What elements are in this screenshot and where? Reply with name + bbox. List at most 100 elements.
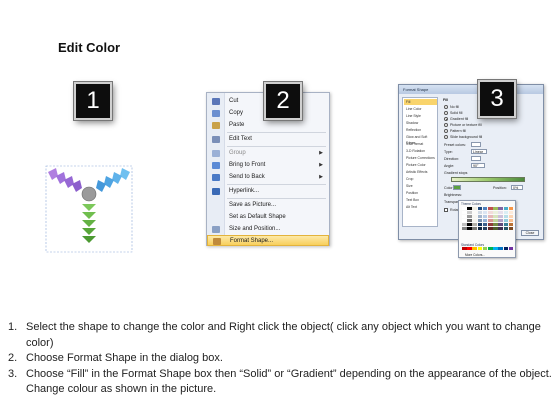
theme-color-swatch[interactable]	[482, 210, 488, 215]
theme-color-swatch[interactable]	[467, 214, 472, 219]
menu-item-send-to-back[interactable]: Send to Back ▶	[207, 172, 329, 183]
theme-color-swatch[interactable]	[498, 218, 503, 223]
theme-color-swatch[interactable]	[472, 214, 477, 219]
theme-color-swatch[interactable]	[477, 210, 483, 215]
standard-color-swatch[interactable]	[493, 247, 498, 251]
category-size[interactable]: Size	[404, 183, 437, 189]
theme-color-swatch[interactable]	[508, 226, 514, 231]
theme-color-swatch[interactable]	[493, 207, 498, 211]
theme-color-swatch[interactable]	[477, 218, 483, 223]
theme-color-swatch[interactable]	[508, 210, 514, 215]
menu-item-save-as-picture[interactable]: Save as Picture...	[207, 200, 329, 211]
theme-color-swatch[interactable]	[462, 226, 467, 231]
theme-color-swatch[interactable]	[482, 214, 488, 219]
theme-color-swatch[interactable]	[462, 214, 467, 219]
category-fill[interactable]: Fill	[404, 99, 437, 105]
theme-color-swatch[interactable]	[487, 226, 493, 231]
theme-color-swatch[interactable]	[467, 226, 472, 231]
category-crop[interactable]: Crop	[404, 176, 437, 182]
theme-color-swatch[interactable]	[482, 207, 488, 211]
menu-item-hyperlink[interactable]: Hyperlink...	[207, 186, 329, 197]
arrow-diagram-graphic[interactable]	[44, 158, 136, 254]
theme-color-swatch[interactable]	[503, 207, 509, 211]
category-3d-rotation[interactable]: 3-D Rotation	[404, 148, 437, 154]
theme-color-swatch[interactable]	[467, 222, 472, 227]
theme-color-swatch[interactable]	[462, 210, 467, 215]
theme-color-swatch[interactable]	[462, 207, 467, 211]
menu-item-group[interactable]: Group ▶	[207, 148, 329, 159]
menu-item-size-and-position[interactable]: Size and Position...	[207, 224, 329, 235]
solid-fill-radio[interactable]	[444, 111, 448, 115]
standard-color-swatch[interactable]	[477, 247, 483, 251]
theme-color-swatch[interactable]	[487, 214, 493, 219]
more-colors-link[interactable]: More Colors...	[465, 253, 485, 257]
theme-color-swatch[interactable]	[498, 226, 503, 231]
pattern-fill-radio[interactable]	[444, 129, 448, 133]
theme-color-swatch[interactable]	[498, 207, 503, 211]
menu-item-set-default-shape[interactable]: Set as Default Shape	[207, 212, 329, 223]
category-shadow[interactable]: Shadow	[404, 120, 437, 126]
menu-item-bring-to-front[interactable]: Bring to Front ▶	[207, 160, 329, 171]
theme-color-swatch[interactable]	[487, 207, 493, 211]
theme-color-swatch[interactable]	[493, 214, 498, 219]
left-arm[interactable]	[48, 168, 82, 192]
theme-color-swatch[interactable]	[498, 210, 503, 215]
category-alt-text[interactable]: Alt Text	[404, 204, 437, 210]
preset-colors-dropdown[interactable]	[471, 142, 481, 147]
gradient-stops-bar[interactable]	[451, 177, 525, 182]
theme-color-swatch[interactable]	[503, 222, 509, 227]
theme-color-swatch[interactable]	[487, 210, 493, 215]
direction-dropdown[interactable]	[471, 156, 481, 161]
theme-color-swatch[interactable]	[498, 222, 503, 227]
theme-color-swatch[interactable]	[493, 226, 498, 231]
theme-color-swatch[interactable]	[493, 210, 498, 215]
theme-color-swatch[interactable]	[503, 218, 509, 223]
type-dropdown[interactable]: Linear	[471, 149, 487, 154]
category-3d-format[interactable]: 3-D Format	[404, 141, 437, 147]
category-line-style[interactable]: Line Style	[404, 113, 437, 119]
standard-color-swatch[interactable]	[467, 247, 472, 251]
center-hub[interactable]	[81, 186, 97, 202]
theme-color-swatch[interactable]	[472, 226, 477, 231]
theme-color-swatch[interactable]	[477, 222, 483, 227]
close-button[interactable]: Close	[521, 230, 539, 236]
rotate-with-shape-checkbox[interactable]	[444, 208, 448, 212]
standard-color-swatch[interactable]	[498, 247, 503, 251]
category-picture-corrections[interactable]: Picture Corrections	[404, 155, 437, 161]
theme-color-swatch[interactable]	[472, 222, 477, 227]
theme-color-swatch[interactable]	[508, 222, 514, 227]
theme-color-swatch[interactable]	[482, 218, 488, 223]
standard-color-swatch[interactable]	[472, 247, 477, 251]
category-text-box[interactable]: Text Box	[404, 197, 437, 203]
standard-color-swatch[interactable]	[508, 247, 514, 251]
theme-color-swatch[interactable]	[472, 207, 477, 211]
theme-color-swatch[interactable]	[503, 226, 509, 231]
category-artistic-effects[interactable]: Artistic Effects	[404, 169, 437, 175]
theme-color-swatch[interactable]	[462, 218, 467, 223]
theme-color-swatch[interactable]	[467, 218, 472, 223]
category-reflection[interactable]: Reflection	[404, 127, 437, 133]
theme-color-swatch[interactable]	[503, 210, 509, 215]
standard-color-swatch[interactable]	[462, 247, 467, 251]
theme-color-swatch[interactable]	[467, 207, 472, 211]
theme-color-swatch[interactable]	[477, 226, 483, 231]
theme-color-swatch[interactable]	[477, 214, 483, 219]
theme-color-swatch[interactable]	[477, 207, 483, 211]
slide-bg-fill-radio[interactable]	[444, 135, 448, 139]
theme-color-swatch[interactable]	[472, 218, 477, 223]
theme-color-swatch[interactable]	[508, 214, 514, 219]
picture-fill-radio[interactable]	[444, 123, 448, 127]
standard-color-swatch[interactable]	[482, 247, 488, 251]
menu-item-format-shape[interactable]: Format Shape...	[207, 235, 329, 246]
menu-item-paste[interactable]: Paste	[207, 120, 329, 131]
theme-color-swatch[interactable]	[487, 222, 493, 227]
theme-color-swatch[interactable]	[493, 218, 498, 223]
theme-color-swatch[interactable]	[508, 218, 514, 223]
right-arm[interactable]	[96, 168, 130, 192]
menu-item-edit-text[interactable]: Edit Text	[207, 134, 329, 145]
gradient-fill-radio[interactable]	[444, 117, 448, 121]
theme-color-swatch[interactable]	[493, 222, 498, 227]
theme-color-swatch[interactable]	[467, 210, 472, 215]
theme-color-swatch[interactable]	[482, 222, 488, 227]
arrow-diagram[interactable]	[44, 158, 136, 254]
